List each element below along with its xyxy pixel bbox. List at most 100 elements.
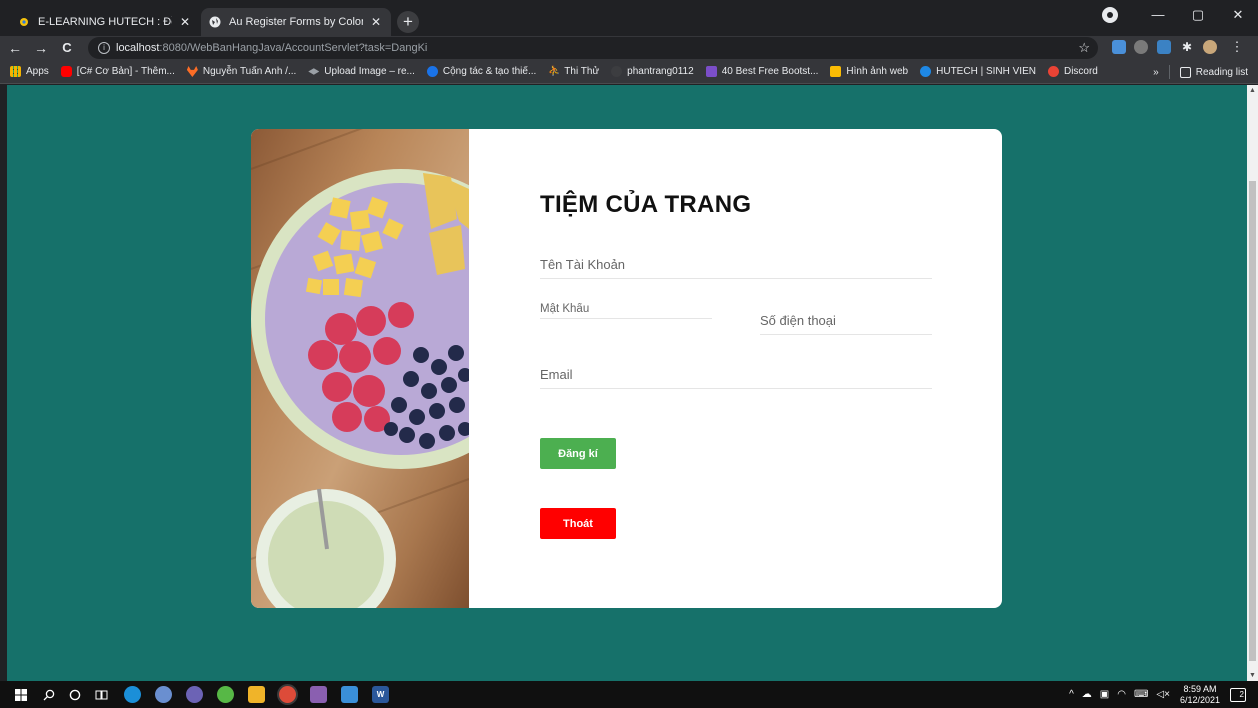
bookmark-apps[interactable]: Apps xyxy=(10,66,49,77)
bookmark-label: 40 Best Free Bootst... xyxy=(721,66,819,77)
phone-field[interactable] xyxy=(760,307,932,335)
tab-elearning-hutech[interactable]: E-LEARNING HUTECH : Đồ án java ✕ xyxy=(10,8,200,36)
chrome-icon[interactable] xyxy=(279,686,296,703)
onedrive-icon[interactable]: ☁ xyxy=(1082,689,1092,700)
eclipse-icon[interactable] xyxy=(186,686,203,703)
bookmark-label: Thi Thử xyxy=(564,66,600,77)
extension-translate-icon[interactable] xyxy=(1112,40,1126,54)
tab-au-register-forms[interactable]: Au Register Forms by Colorlib ✕ xyxy=(201,8,391,36)
tray-app-icon[interactable]: ▣ xyxy=(1100,689,1109,700)
windows-start-icon[interactable] xyxy=(12,686,29,703)
more-menu-icon[interactable]: ⋮ xyxy=(1230,40,1244,54)
bookmark-csharp[interactable]: [C# Cơ Bản] - Thêm... xyxy=(60,66,175,77)
windows-taskbar: W ^ ☁ ▣ ◠ ⌨ ◁× 8:59 AM 6/12/2021 2 xyxy=(0,681,1258,708)
page-viewport: TIỆM CỦA TRANG Đăng kí Thoát xyxy=(7,85,1247,681)
word-icon[interactable]: W xyxy=(372,686,389,703)
clock[interactable]: 8:59 AM 6/12/2021 xyxy=(1180,684,1220,706)
site-info-icon[interactable]: i xyxy=(98,42,110,54)
clock-time: 8:59 AM xyxy=(1183,683,1217,694)
task-view-icon[interactable] xyxy=(93,686,110,703)
back-button[interactable]: ← xyxy=(4,37,26,59)
github-icon xyxy=(611,66,623,77)
reload-button[interactable]: C xyxy=(56,37,78,59)
bookmark-label: phantrang0112 xyxy=(627,66,694,77)
game-app-icon[interactable] xyxy=(310,686,327,703)
green-app-icon[interactable] xyxy=(217,686,234,703)
bookmark-label: HUTECH | SINH VIEN xyxy=(936,66,1036,77)
bookmark-upload-image[interactable]: Upload Image – re... xyxy=(308,66,415,77)
extensions-puzzle-icon[interactable]: ✱ xyxy=(1180,40,1194,54)
page-scrollbar[interactable]: ▲ ▼ xyxy=(1247,85,1258,681)
bookmark-thi-thu[interactable]: ⛹ Thi Thử xyxy=(548,66,599,77)
bookmark-bootstrap[interactable]: 40 Best Free Bootst... xyxy=(705,66,819,77)
bookmark-gitlab[interactable]: Nguyễn Tuấn Anh /... xyxy=(186,66,297,77)
browser-toolbar: ← → C i localhost :8080/WebBanHangJava/A… xyxy=(0,36,1258,60)
bookmark-label: Upload Image – re... xyxy=(324,66,415,77)
bookmark-star-icon[interactable]: ☆ xyxy=(1078,40,1090,56)
tray-expand-icon[interactable]: ^ xyxy=(1069,689,1074,700)
forward-button[interactable]: → xyxy=(30,37,52,59)
extension-camera-icon[interactable] xyxy=(1134,40,1148,54)
bookmark-canva[interactable]: Cộng tác & tạo thiế... xyxy=(426,66,536,77)
tab-close-icon[interactable]: ✕ xyxy=(178,15,192,29)
youtube-icon xyxy=(60,66,72,77)
keyboard-icon[interactable]: ⌨ xyxy=(1134,689,1148,700)
bookmarks-bar: Apps [C# Cơ Bản] - Thêm... Nguyễn Tuấn A… xyxy=(0,60,1258,84)
edge-icon[interactable] xyxy=(124,686,141,703)
canva-icon xyxy=(426,66,438,77)
notifications-icon[interactable]: 2 xyxy=(1230,687,1246,702)
scroll-up-icon[interactable]: ▲ xyxy=(1247,85,1258,96)
bookmarks-right: » Reading list xyxy=(1153,60,1248,84)
cortana-icon[interactable] xyxy=(66,686,83,703)
file-explorer-icon[interactable] xyxy=(248,686,265,703)
discord-icon xyxy=(1047,66,1059,77)
bookmarks-divider xyxy=(1168,65,1170,79)
scrollbar-thumb[interactable] xyxy=(1249,181,1256,661)
system-tray: ^ ☁ ▣ ◠ ⌨ ◁× 8:59 AM 6/12/2021 2 xyxy=(1065,681,1258,708)
bookmark-phantrang[interactable]: phantrang0112 xyxy=(611,66,694,77)
email-field[interactable] xyxy=(540,361,932,389)
apps-grid-icon xyxy=(10,66,21,77)
bookmark-label: Nguyễn Tuấn Anh /... xyxy=(202,66,297,77)
bookmark-hutech-sinh-vien[interactable]: HUTECH | SINH VIEN xyxy=(920,66,1036,77)
search-icon[interactable] xyxy=(40,686,57,703)
bookmark-hinh-anh-web[interactable]: Hình ảnh web xyxy=(830,66,908,77)
person-icon: ⛹ xyxy=(548,66,561,77)
close-window-button[interactable]: ✕ xyxy=(1218,0,1258,30)
wifi-icon[interactable]: ◠ xyxy=(1117,689,1126,700)
reading-list-button[interactable]: Reading list xyxy=(1196,67,1248,78)
url-host: localhost xyxy=(116,42,160,54)
password-field[interactable] xyxy=(540,299,712,319)
bookmark-label: Hình ảnh web xyxy=(846,66,909,77)
maximize-button[interactable]: ▢ xyxy=(1178,0,1218,30)
food-photo xyxy=(251,129,469,608)
profile-avatar-icon[interactable] xyxy=(1203,40,1217,54)
volume-icon[interactable]: ◁× xyxy=(1156,689,1170,700)
more-bookmarks-button[interactable]: » xyxy=(1153,67,1159,78)
chrome-profile-icon[interactable] xyxy=(1102,7,1118,23)
taskbar-app-icon[interactable] xyxy=(155,686,172,703)
bookmark-label: [C# Cơ Bản] - Thêm... xyxy=(76,66,175,77)
globe-icon xyxy=(209,16,221,28)
url-path: :8080/WebBanHangJava/AccountServlet?task… xyxy=(159,42,428,54)
bookmark-discord[interactable]: Discord xyxy=(1047,66,1098,77)
minimize-button[interactable]: — xyxy=(1138,0,1178,30)
bookmark-label: Discord xyxy=(1063,66,1098,77)
scroll-down-icon[interactable]: ▼ xyxy=(1247,670,1258,681)
tab-title: E-LEARNING HUTECH : Đồ án java xyxy=(38,16,172,28)
address-bar[interactable]: i localhost :8080/WebBanHangJava/Account… xyxy=(88,37,1098,59)
browser-tab-strip: E-LEARNING HUTECH : Đồ án java ✕ Au Regi… xyxy=(0,0,1258,36)
exit-button[interactable]: Thoát xyxy=(540,508,616,539)
tab-close-icon[interactable]: ✕ xyxy=(369,15,383,29)
window-controls: — ▢ ✕ xyxy=(1102,0,1258,30)
gitlab-icon xyxy=(186,66,198,77)
clock-date: 6/12/2021 xyxy=(1179,694,1220,705)
register-button[interactable]: Đăng kí xyxy=(540,438,616,469)
page-title: TIỆM CỦA TRANG xyxy=(540,191,752,218)
register-form: TIỆM CỦA TRANG Đăng kí Thoát xyxy=(540,129,940,608)
snipping-tool-icon[interactable] xyxy=(341,686,358,703)
extension-blue-icon[interactable] xyxy=(1157,40,1171,54)
new-tab-button[interactable]: + xyxy=(397,11,419,33)
username-field[interactable] xyxy=(540,251,932,279)
hutech-favicon-icon xyxy=(18,16,30,28)
